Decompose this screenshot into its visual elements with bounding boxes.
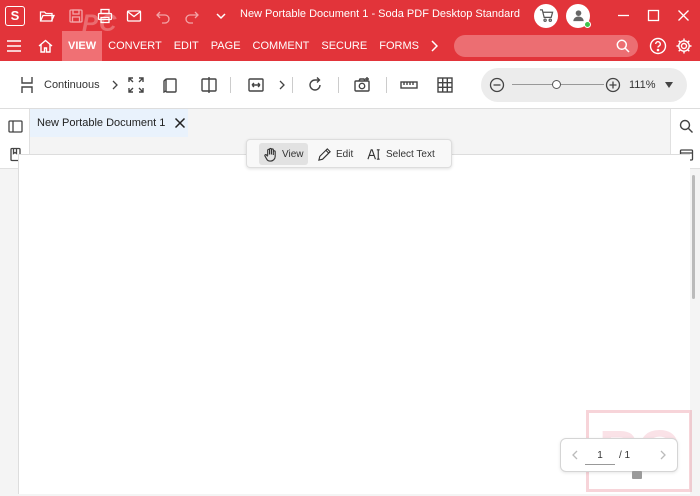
fullscreen-icon [128,77,144,93]
document-tab-label: New Portable Document 1 [37,117,166,129]
book-icon [163,78,177,94]
maximize-icon [647,9,659,22]
chevron-right-icon [112,80,118,90]
search-icon [679,119,693,133]
tab-forms[interactable]: FORMS [373,31,425,61]
camera-plus-icon [354,77,370,92]
tab-convert[interactable]: CONVERT [102,31,168,61]
menu-button[interactable] [0,31,28,61]
resize-grip[interactable] [632,471,642,479]
toolbar-separator [292,77,293,93]
text-cursor-icon [367,148,380,160]
zoom-control: 111% [481,68,687,102]
window-title: New Portable Document 1 - Soda PDF Deskt… [240,8,521,20]
account-button[interactable] [566,3,591,28]
toolbar-separator [386,77,387,93]
thumbnails-panel-button[interactable] [6,117,24,135]
split-view-button[interactable] [200,75,218,95]
close-tab-icon[interactable] [174,117,186,129]
select-text-mode-label: Select Text [386,148,435,160]
panel-icon [7,119,23,133]
continuous-layout-icon [21,77,33,93]
edit-mode-label: Edit [336,148,354,160]
more-tabs-button[interactable] [425,31,443,61]
toolbar-separator [230,77,231,93]
document-tab[interactable]: New Portable Document 1 [30,109,188,137]
rotate-icon [309,77,321,91]
page-layout-label: Continuous [44,79,100,91]
page-navigator: 1 / 1 [560,438,678,472]
vertical-scrollbar[interactable] [692,175,695,299]
view-mode-label: View [282,148,304,160]
maximize-button[interactable] [638,0,668,31]
rotate-button[interactable] [306,75,324,95]
open-folder-icon[interactable] [34,3,60,29]
user-icon [572,10,584,22]
interaction-mode-bar: View Edit Select Text [246,139,452,168]
grid-icon [437,77,453,93]
fit-width-button[interactable] [247,75,287,95]
zoom-slider-thumb[interactable] [551,80,561,89]
tab-view[interactable]: VIEW [62,31,103,61]
find-button[interactable] [677,117,695,135]
split-view-icon [201,77,217,93]
zoom-in-icon[interactable] [605,77,621,93]
tab-page[interactable]: PAGE [205,31,247,61]
ruler-icon [400,81,418,89]
cart-icon [539,9,553,22]
total-pages-label: / 1 [619,450,631,461]
tab-comment[interactable]: COMMENT [247,31,316,61]
page-layout-button[interactable]: Continuous [18,75,120,95]
toolbar-separator [338,77,339,93]
tab-secure[interactable]: SECURE [315,31,373,61]
hamburger-icon [7,40,21,52]
chevron-right-icon [279,80,285,90]
search-input[interactable] [454,35,638,57]
zoom-out-icon[interactable] [489,77,505,93]
home-icon [38,39,52,53]
snapshot-button[interactable] [353,75,371,95]
grid-button[interactable] [436,75,454,95]
fullscreen-button[interactable] [127,75,145,95]
current-page-input[interactable]: 1 [585,447,615,465]
app-logo[interactable]: S [5,5,25,26]
close-window-button[interactable] [668,0,698,31]
close-icon [677,10,689,21]
email-icon[interactable] [121,3,147,29]
settings-gear-icon[interactable] [675,37,693,55]
undo-icon[interactable] [150,3,176,29]
previous-page-icon[interactable] [569,449,581,461]
minimize-icon [617,14,629,17]
fit-width-icon [248,78,264,92]
redo-icon[interactable] [179,3,205,29]
help-icon[interactable] [649,37,667,55]
title-bar: S PC New Portable Document 1 - Soda PDF … [0,0,700,37]
tab-edit[interactable]: EDIT [168,31,205,61]
store-button[interactable] [534,3,558,28]
online-status-dot [584,20,591,28]
minimize-button[interactable] [608,0,638,31]
ribbon-bar: VIEW CONVERT EDIT PAGE COMMENT SECURE FO… [0,31,700,61]
hand-icon [264,147,276,162]
zoom-dropdown-icon[interactable] [665,82,673,88]
next-page-icon[interactable] [657,449,669,461]
quick-access-dropdown-icon[interactable] [208,3,234,29]
zoom-level[interactable]: 111% [629,79,656,91]
edit-mode-button[interactable]: Edit [313,143,357,165]
view-mode-button[interactable]: View [259,143,308,165]
pencil-icon [318,147,331,161]
ruler-button[interactable] [400,75,418,95]
chevron-right-icon [431,40,438,52]
reading-mode-button[interactable] [162,75,180,95]
zoom-slider-track[interactable] [512,80,604,89]
select-text-mode-button[interactable]: Select Text [363,143,439,165]
home-button[interactable] [28,31,62,61]
search-icon [616,39,630,53]
